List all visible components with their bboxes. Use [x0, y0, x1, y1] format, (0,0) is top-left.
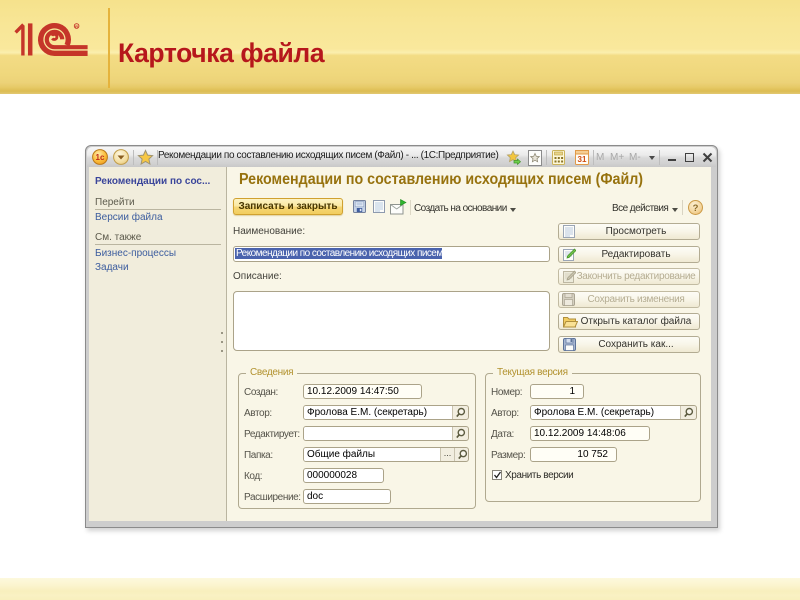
svg-text:31: 31: [578, 155, 587, 164]
svg-text:1c: 1c: [96, 153, 105, 162]
svg-text:R: R: [75, 24, 78, 29]
svg-text:?: ?: [693, 203, 699, 214]
